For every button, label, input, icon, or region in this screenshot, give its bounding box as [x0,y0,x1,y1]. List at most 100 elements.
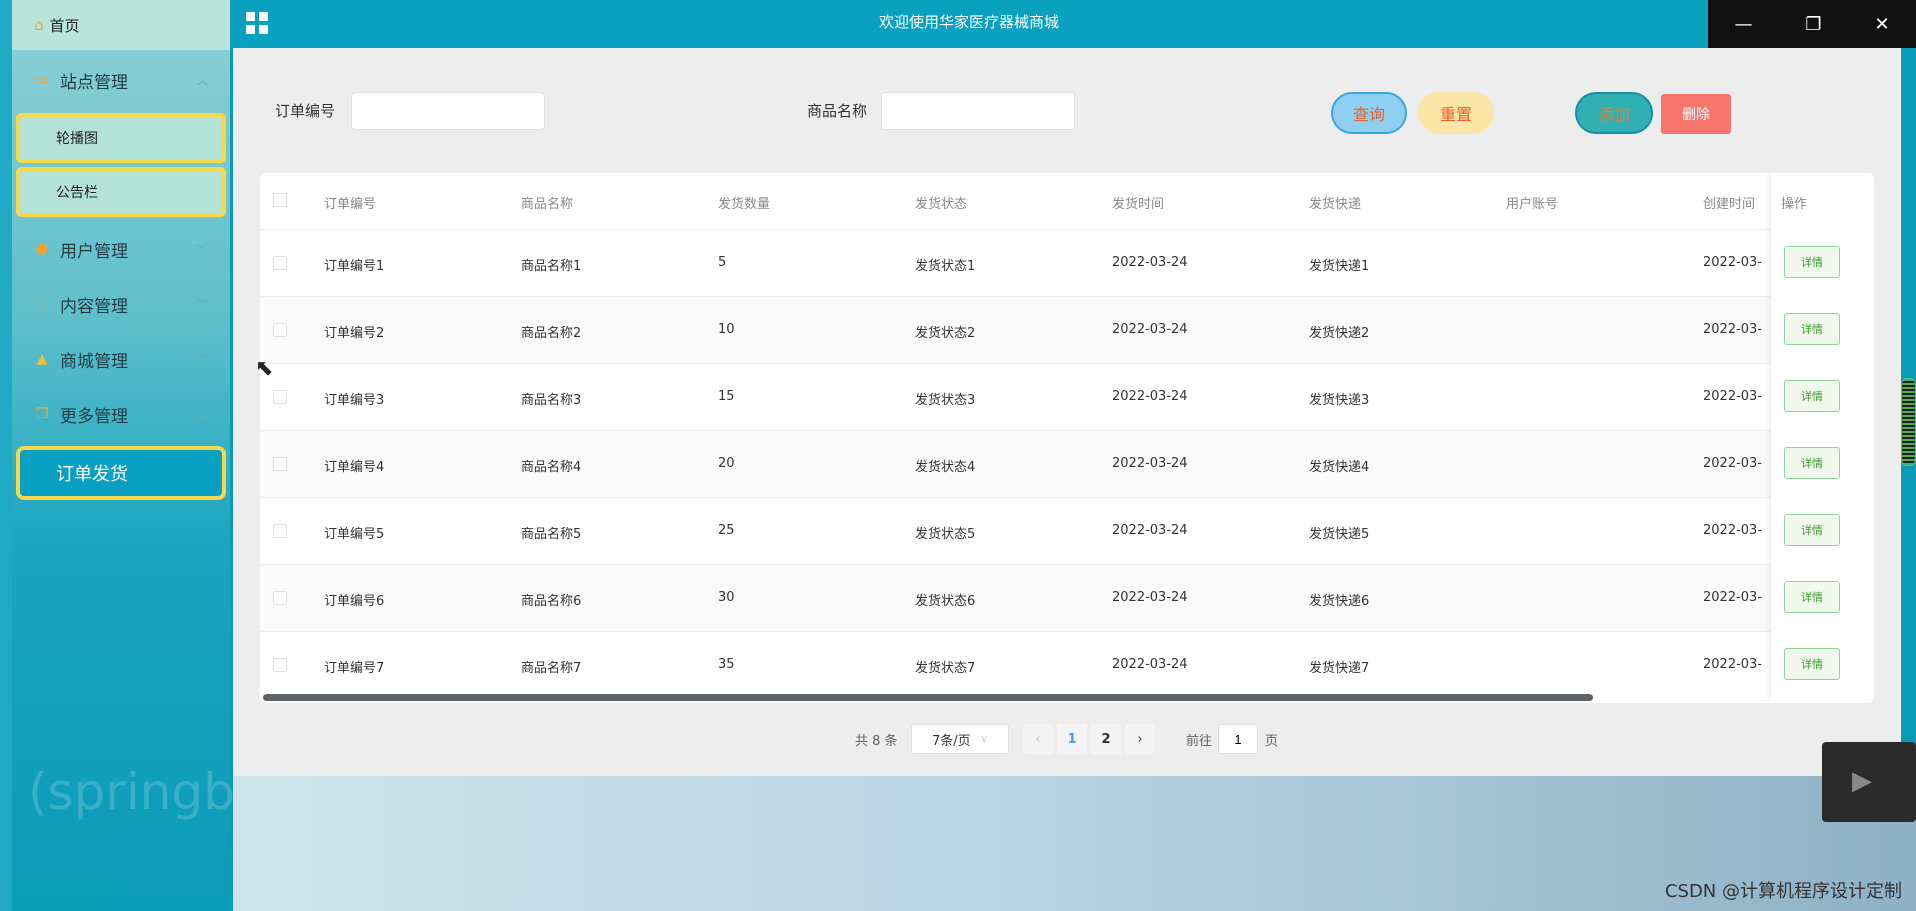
column-header: 发货时间 [1112,197,1165,212]
row-checkbox[interactable] [273,457,287,471]
minimize-icon[interactable]: — [1734,14,1752,35]
next-page-button[interactable]: › [1125,724,1155,754]
app-title: 欢迎使用华家医疗器械商城 [878,13,1059,31]
detail-button[interactable]: 详情 [1784,313,1840,345]
table-cell: 订单编号5 [324,527,385,542]
row-checkbox[interactable] [273,591,287,605]
table-row[interactable]: 订单编号7 商品名称7 35 发货状态7 2022-03-24 发货快递7 2022-03- [260,631,1874,698]
table-cell: 订单编号1 [324,259,385,274]
pagination-total: 共 8 条 [855,733,898,749]
order-no-input[interactable] [351,92,545,130]
detail-button[interactable]: 详情 [1784,514,1840,546]
table-cell: 2022-03-24 [1112,389,1188,404]
row-checkbox[interactable] [273,390,287,404]
table-cell: 商品名称5 [521,527,582,542]
row-checkbox[interactable] [273,323,287,337]
detail-button[interactable]: 详情 [1784,246,1840,278]
prev-page-button[interactable]: ‹ [1023,724,1053,754]
chevron-up-icon: ︿ [197,74,208,87]
sidebar-item-mall-management[interactable]: ▲ 商城管理 ﹀ [12,333,230,385]
column-header: 发货数量 [718,197,771,212]
goto-label: 前往 [1186,733,1213,749]
table-cell: 发货状态3 [915,393,976,408]
sidebar-item-home[interactable]: ⌂ 首页 [12,0,230,50]
row-checkbox[interactable] [273,658,287,672]
sidebar-item-content-management[interactable]: ◌ 内容管理 ﹀ [12,278,230,330]
table-cell: 发货快递4 [1309,460,1370,475]
page-number[interactable]: 1 [1057,724,1087,754]
sidebar-item-carousel[interactable]: 轮播图 [16,113,226,163]
table-cell: 2022-03-24 [1112,255,1188,270]
table-cell: 发货状态5 [915,527,976,542]
table-cell: 商品名称4 [521,460,582,475]
select-all-checkbox[interactable] [273,193,287,207]
data-table: 订单编号 商品名称 发货数量 发货状态 发货时间 发货快递 用户账号 创建时间 … [260,173,1874,703]
side-scroll-indicator[interactable] [1901,378,1916,466]
sidebar-item-site-management[interactable]: ▭ 站点管理 ︿ [12,54,230,106]
column-header: 操作 [1781,197,1808,212]
column-header: 发货状态 [915,197,968,212]
column-header: 创建时间 [1703,197,1756,212]
close-icon[interactable]: ✕ [1874,14,1889,35]
sidebar-item-order-shipping[interactable]: 订单发货 [16,446,226,500]
chevron-left-icon: ‹ [1035,731,1041,747]
detail-button[interactable]: 详情 [1784,447,1840,479]
detail-button[interactable]: 详情 [1784,581,1840,613]
table-cell: 发货快递7 [1309,661,1370,676]
table-cell: 商品名称6 [521,594,582,609]
query-button[interactable]: 查询 [1331,92,1407,134]
goto-page-input[interactable] [1218,724,1258,754]
table-cell: 2022-03- [1703,322,1763,337]
add-button[interactable]: 添加 [1575,92,1653,134]
order-no-label: 订单编号 [275,102,336,120]
table-row[interactable]: 订单编号5 商品名称5 25 发货状态5 2022-03-24 发货快递5 2022-03- [260,497,1874,564]
page-size-select[interactable]: 7条/页 ∨ [911,724,1009,754]
table-row[interactable]: 订单编号2 商品名称2 10 发货状态2 2022-03-24 发货快递2 2022-03- [260,296,1874,363]
column-header: 商品名称 [521,197,574,212]
window-controls: — ❐ ✕ [1708,0,1916,48]
sidebar-item-label: 轮播图 [56,131,98,147]
delete-button[interactable]: 删除 [1661,94,1731,134]
column-header: 订单编号 [324,197,377,212]
video-player-widget[interactable]: ▶ [1822,742,1916,822]
horizontal-scrollbar[interactable] [263,694,1593,701]
page-size-value: 7条/页 [932,733,971,749]
detail-button[interactable]: 详情 [1784,648,1840,680]
table-row[interactable]: 订单编号1 商品名称1 5 发货状态1 2022-03-24 发货快递1 2022-03- [260,229,1874,296]
row-checkbox[interactable] [273,524,287,538]
table-cell: 发货快递6 [1309,594,1370,609]
menu-grid-icon[interactable] [246,12,268,34]
table-cell: 订单编号2 [324,326,385,341]
table-cell: 发货快递2 [1309,326,1370,341]
table-cell: 订单编号4 [324,460,385,475]
table-row[interactable]: 订单编号3 商品名称3 15 发货状态3 2022-03-24 发货快递3 2022-03- [260,363,1874,430]
table-cell: 2022-03- [1703,523,1763,538]
table-row[interactable]: 订单编号4 商品名称4 20 发货状态4 2022-03-24 发货快递4 2022-03- [260,430,1874,497]
table-cell: 2022-03-24 [1112,456,1188,471]
table-cell: 发货快递5 [1309,527,1370,542]
copy-icon: ❐ [35,406,49,422]
product-name-label: 商品名称 [807,102,868,120]
watermark: CSDN @计算机程序设计定制 [1664,881,1902,902]
chevron-down-icon: ﹀ [197,353,208,366]
restore-icon[interactable]: ❐ [1805,14,1821,35]
product-name-input[interactable] [881,92,1075,130]
table-row[interactable]: 订单编号6 商品名称6 30 发货状态6 2022-03-24 发货快递6 2022-03- [260,564,1874,631]
sidebar-item-notice-board[interactable]: 公告栏 [16,167,226,217]
reset-button[interactable]: 重置 [1418,92,1494,134]
sidebar-item-user-management[interactable]: ● 用户管理 ﹀ [12,223,230,275]
row-checkbox[interactable] [273,256,287,270]
sidebar-item-more-management[interactable]: ❐ 更多管理 ︿ [12,388,230,440]
home-icon: ⌂ [34,16,44,34]
table-cell: 商品名称1 [521,259,582,274]
sidebar-item-label: 用户管理 [60,241,128,262]
table-cell: 2022-03- [1703,389,1763,404]
table-cell: 2022-03-24 [1112,322,1188,337]
chevron-up-icon: ︿ [197,408,208,421]
table-cell: 15 [718,389,735,404]
table-cell: 订单编号3 [324,393,385,408]
page-number[interactable]: 2 [1091,724,1121,754]
detail-button[interactable]: 详情 [1784,380,1840,412]
table-cell: 2022-03- [1703,590,1763,605]
sidebar-item-label: 商城管理 [60,351,128,372]
